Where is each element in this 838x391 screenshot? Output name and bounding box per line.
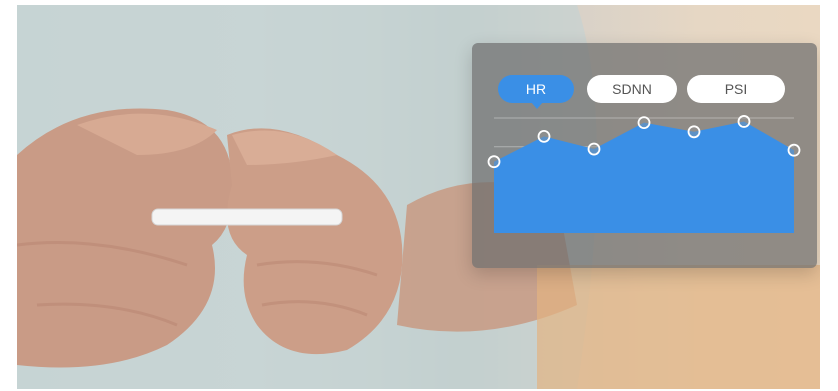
data-point[interactable] bbox=[737, 115, 751, 128]
scene: HR SDNN PSI bbox=[0, 0, 838, 391]
background-photo: HR SDNN PSI bbox=[17, 5, 820, 389]
tab-psi[interactable]: PSI bbox=[687, 75, 785, 103]
health-chart-panel: HR SDNN PSI bbox=[472, 43, 817, 268]
data-point[interactable] bbox=[787, 143, 801, 157]
tab-sdnn[interactable]: SDNN bbox=[587, 75, 677, 103]
data-point[interactable] bbox=[587, 142, 601, 156]
data-point[interactable] bbox=[537, 130, 551, 143]
tab-hr[interactable]: HR bbox=[498, 75, 574, 109]
data-point[interactable] bbox=[637, 116, 651, 129]
data-point[interactable] bbox=[487, 155, 501, 169]
data-point[interactable] bbox=[687, 125, 701, 139]
